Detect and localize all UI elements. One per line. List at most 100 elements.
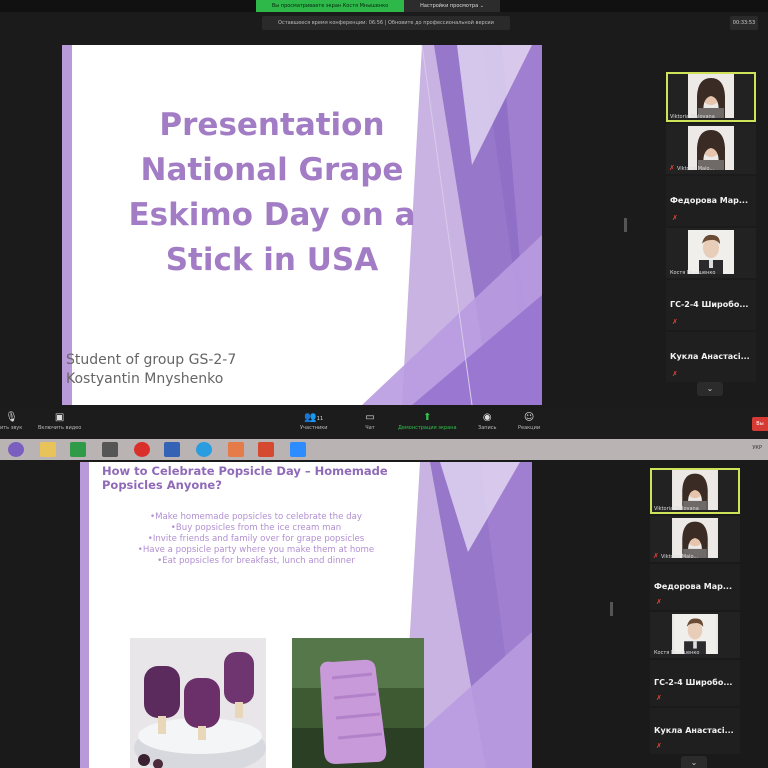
mic-muted-icon: ✗ [653, 552, 659, 560]
participant-tile-name[interactable]: Кукла Анастасі... ✗ [650, 708, 740, 754]
windows-taskbar: УКР [0, 439, 768, 460]
popsicle-photo-green [292, 638, 424, 768]
participant-video [688, 230, 734, 274]
chat-icon: ▭ [365, 412, 375, 423]
participant-name: ГС-2-4 Широбо... [670, 300, 749, 309]
bullet-item: •Buy popsicles from the ice cream man [170, 523, 342, 533]
participant-video [688, 126, 734, 170]
chat-button[interactable]: ▭ Чат [364, 412, 376, 432]
pdf-icon[interactable] [228, 442, 244, 457]
telegram-icon[interactable] [196, 442, 212, 457]
chevron-down-icon[interactable]: ⌄ [697, 382, 723, 396]
view-options-button[interactable]: Настройки просмотра ⌄ [404, 0, 500, 12]
slide-title-line: Presentation [159, 107, 385, 143]
participant-name: Кукла Анастасі... [670, 352, 750, 361]
slide-title-line: Stick in USA [165, 242, 379, 278]
participant-name: Костя Мнышенко [670, 270, 716, 276]
mic-muted-icon: ✗ [672, 214, 678, 222]
popsicle-photo-bowl [130, 638, 266, 768]
participant-video [672, 470, 718, 510]
reactions-icon: ☺ [523, 412, 535, 423]
participant-name: Федорова Мар... [670, 196, 748, 205]
participant-tile-name[interactable]: ГС-2-4 Широбо... ✗ [650, 660, 740, 706]
participants-count: 11 [316, 416, 324, 422]
participants-button[interactable]: 👥11 Участники [300, 412, 328, 432]
participant-name: Viktoria Malo... [661, 554, 699, 560]
slide-subtitle: Student of group GS-2-7 Kostyantin Mnysh… [66, 351, 236, 389]
bullet-item: •Make homemade popsicles to celebrate th… [150, 512, 362, 522]
audio-button[interactable]: 🎙 ить звук [0, 412, 23, 432]
bullet-item: •Eat popsicles for breakfast, lunch and … [157, 556, 355, 566]
screen-share-banner[interactable]: Вы просматриваете экран Костя Мнышенко [256, 0, 404, 12]
participant-tile-video[interactable]: ✗ Viktoria Malo... [650, 516, 740, 562]
participant-name: Viktoria Malo... [677, 166, 715, 172]
powerpoint-icon[interactable] [258, 442, 274, 457]
participant-video [688, 74, 734, 118]
shared-slide-title: Presentation National Grape Eskimo Day o… [62, 45, 542, 405]
participant-name: Viktoria Malovana [670, 114, 715, 120]
end-meeting-button[interactable]: Вы [752, 417, 768, 431]
microphone-icon: 🎙 [5, 412, 18, 423]
participant-tile-video[interactable]: Костя Мнышенко [666, 228, 756, 278]
mic-muted-icon: ✗ [656, 598, 662, 606]
participant-tile-name[interactable]: Кукла Анастасі... ✗ [666, 332, 756, 382]
participant-tile-video[interactable]: Viktoria Malovana [666, 72, 756, 122]
folder-icon[interactable] [40, 442, 56, 457]
subtitle-author: Kostyantin Mnyshenko [66, 371, 224, 387]
participants-label: Участники [300, 425, 328, 431]
slide-heading: How to Celebrate Popsicle Day – Homemade… [102, 464, 422, 492]
word-icon[interactable] [164, 442, 180, 457]
bullet-item: •Have a popsicle party where you make th… [137, 545, 375, 555]
split-view-handle[interactable] [624, 218, 627, 232]
mic-muted-icon: ✗ [656, 742, 662, 750]
video-button[interactable]: ▣ Включить видео [38, 412, 82, 432]
slide-heading-line: Popsicles Anyone? [102, 478, 222, 492]
zoom-icon[interactable] [290, 442, 306, 457]
slide-heading-line: How to Celebrate Popsicle Day – Homemade [102, 464, 388, 478]
reactions-button[interactable]: ☺ Реакции [518, 412, 541, 432]
bullet-list: •Make homemade popsicles to celebrate th… [126, 512, 386, 567]
participant-tile-name[interactable]: ГС-2-4 Широбо... ✗ [666, 280, 756, 330]
zoom-window-top: Вы просматриваете экран Костя Мнышенко Н… [0, 0, 768, 460]
opera-icon[interactable] [134, 442, 150, 457]
participant-name: Кукла Анастасі... [654, 726, 734, 735]
meeting-timer: 00:33:53 [730, 16, 758, 30]
camera-off-icon: ▣ [54, 412, 65, 423]
excel-icon[interactable] [70, 442, 86, 457]
participant-name: Костя Мнышенко [654, 650, 700, 656]
reactions-label: Реакции [518, 425, 541, 431]
conference-time-notice[interactable]: Оставшееся время конференции: 06:56 | Об… [262, 16, 510, 30]
system-tray-language[interactable]: УКР [752, 445, 762, 451]
participant-tile-video[interactable]: Viktoria Malovana [650, 468, 740, 514]
participant-tile-name[interactable]: Федорова Мар... ✗ [650, 564, 740, 610]
participant-video [672, 518, 718, 558]
slide-title-line: Eskimo Day on a [128, 197, 416, 233]
slide-title: Presentation National Grape Eskimo Day o… [82, 103, 462, 283]
video-label: Включить видео [38, 425, 82, 431]
zoom-window-bottom: How to Celebrate Popsicle Day – Homemade… [0, 462, 768, 768]
participant-tile-video[interactable]: Костя Мнышенко [650, 612, 740, 658]
chat-label: Чат [365, 425, 375, 431]
mic-muted-icon: ✗ [656, 694, 662, 702]
mic-muted-icon: ✗ [669, 164, 675, 172]
shared-slide-popsicles: How to Celebrate Popsicle Day – Homemade… [80, 462, 532, 768]
record-button[interactable]: ◉ Запись [478, 413, 497, 432]
subtitle-group: Student of group GS-2-7 [66, 352, 237, 368]
viber-icon[interactable] [8, 442, 24, 457]
slide-title-line: National Grape [140, 152, 404, 188]
calendar-icon[interactable] [102, 442, 118, 457]
audio-label: ить звук [0, 425, 23, 431]
split-view-handle[interactable] [610, 602, 613, 616]
share-screen-icon: ⬆ [423, 412, 432, 423]
mic-muted-icon: ✗ [672, 370, 678, 378]
chevron-down-icon[interactable]: ⌄ [681, 756, 707, 768]
participants-icon: 👥11 [304, 412, 324, 423]
mic-muted-icon: ✗ [672, 318, 678, 326]
participant-name: ГС-2-4 Широбо... [654, 678, 733, 687]
share-screen-label: Демонстрация экрана [398, 425, 457, 431]
participant-name: Федорова Мар... [654, 582, 732, 591]
participant-tile-video[interactable]: ✗ Viktoria Malo... [666, 124, 756, 174]
share-screen-button[interactable]: ⬆ Демонстрация экрана [398, 412, 457, 432]
record-label: Запись [478, 425, 497, 431]
participant-tile-name[interactable]: Федорова Мар... ✗ [666, 176, 756, 226]
